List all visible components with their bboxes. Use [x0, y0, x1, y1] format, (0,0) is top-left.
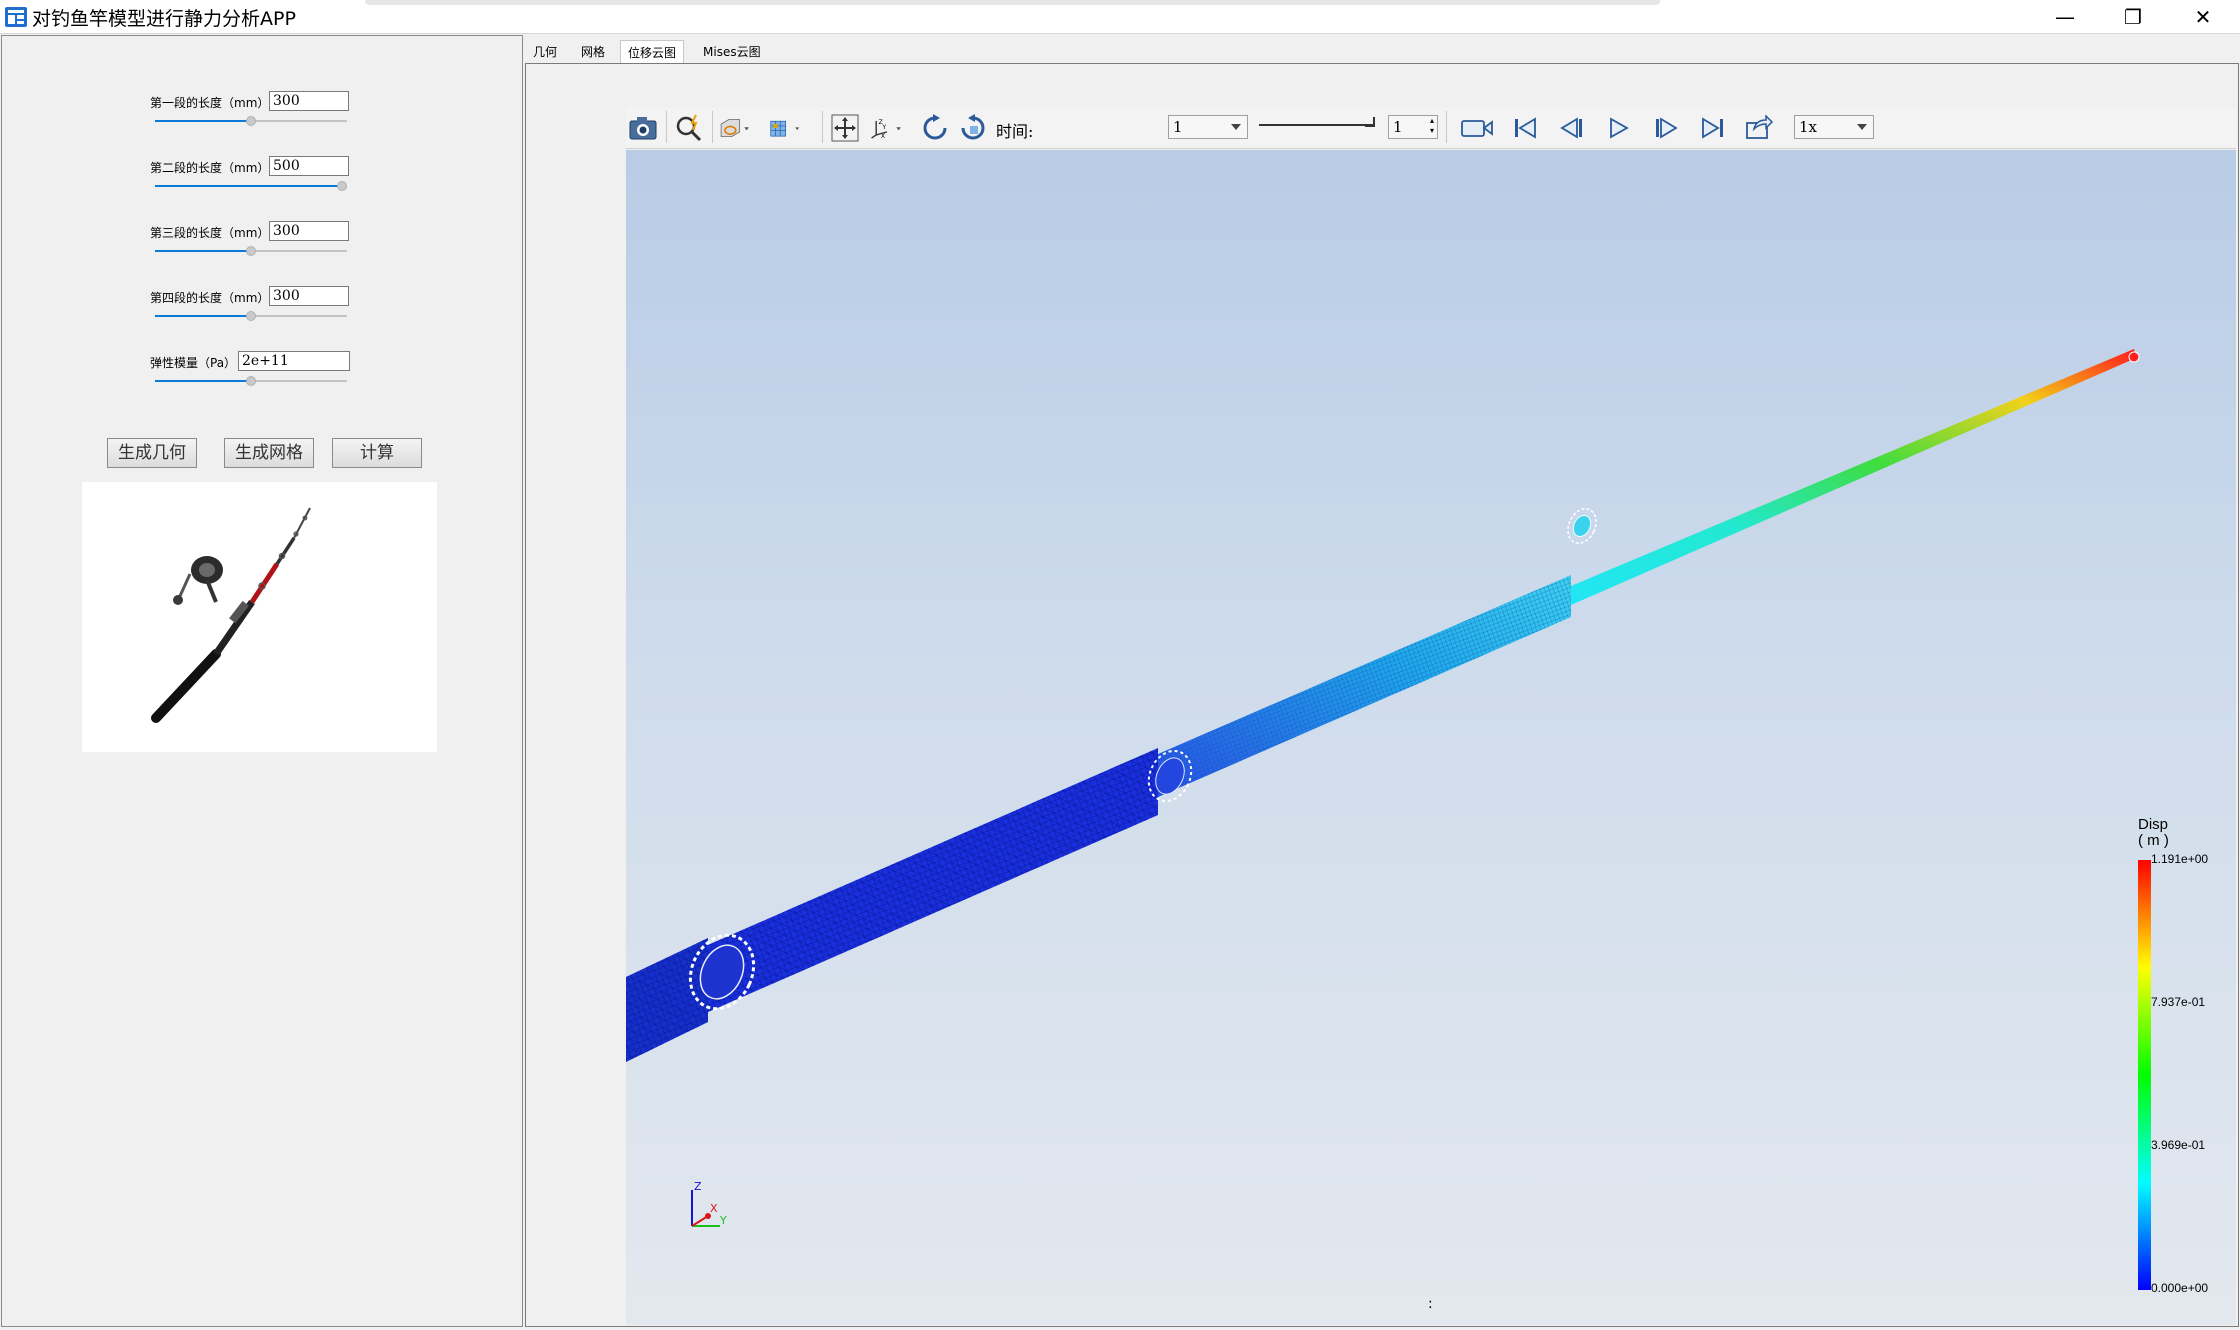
restore-button[interactable]: ❐ — [2098, 0, 2168, 34]
axes-icon[interactable]: ZYX — [870, 111, 904, 145]
toolbar-separator — [712, 111, 713, 143]
zoom-fit-icon[interactable] — [672, 111, 706, 145]
minimize-button[interactable]: — — [2030, 0, 2100, 34]
status-indicator: : — [1428, 1296, 1433, 1312]
viewer-toolbar: ZYX 时间: 1 1 ▴ ▾ 1x — [626, 107, 2236, 149]
time-label: 时间: — [996, 122, 1034, 141]
time-select[interactable]: 1 — [1168, 115, 1248, 139]
tab-displacement[interactable]: 位移云图 — [620, 40, 685, 64]
length-1-slider[interactable] — [155, 114, 347, 128]
legend-tick-max: 1.191e+00 — [2151, 852, 2209, 866]
axis-x-label: X — [710, 1202, 718, 1215]
3d-viewport[interactable]: Z X Y Disp ( m ) 1.191e+00 7.937e-01 3.9… — [626, 150, 2236, 1325]
length-1-input[interactable]: 300 — [269, 91, 349, 111]
display-mode-icon[interactable] — [768, 111, 802, 145]
clip-plane-icon[interactable] — [718, 111, 752, 145]
toolbar-separator — [666, 111, 667, 143]
prev-frame-icon[interactable] — [1554, 111, 1588, 145]
length-3-slider[interactable] — [155, 244, 347, 258]
camera-icon[interactable] — [626, 111, 660, 145]
svg-text:X: X — [881, 133, 886, 140]
length-2-slider[interactable] — [155, 179, 347, 193]
last-frame-icon[interactable] — [1696, 111, 1730, 145]
window-title: 对钓鱼竿模型进行静力分析APP — [32, 8, 296, 30]
rotate-cw-icon[interactable] — [918, 111, 952, 145]
slider-handle[interactable] — [246, 116, 256, 126]
next-frame-icon[interactable] — [1650, 111, 1684, 145]
legend-tick-min: 0.000e+00 — [2151, 1281, 2209, 1295]
title-drag-strip — [365, 0, 1660, 5]
pan-icon[interactable] — [828, 111, 862, 145]
speed-value: 1x — [1799, 118, 1818, 136]
slider-fill — [155, 120, 251, 122]
tab-mesh[interactable]: 网格 — [574, 40, 612, 64]
slider-fill — [155, 315, 251, 317]
youngs-modulus-slider[interactable] — [155, 374, 347, 388]
fishing-rod-image — [82, 482, 437, 752]
chevron-down-icon — [1857, 124, 1867, 130]
slider-handle[interactable] — [246, 376, 256, 386]
time-select-value: 1 — [1173, 118, 1183, 136]
slider-fill — [155, 250, 251, 252]
youngs-modulus-input[interactable]: 2e+11 — [238, 351, 350, 371]
toolbar-separator — [1446, 111, 1447, 143]
param-label: 第四段的长度（mm） — [150, 291, 270, 305]
slider-fill — [155, 185, 342, 187]
chevron-down-icon — [1231, 124, 1241, 130]
slider-fill — [155, 380, 251, 382]
generate-mesh-button[interactable]: 生成网格 — [224, 438, 314, 468]
param-label: 第二段的长度（mm） — [150, 161, 270, 175]
spin-arrows-icon[interactable]: ▴ ▾ — [1430, 116, 1434, 136]
legend-unit: ( m ) — [2138, 832, 2169, 849]
compute-button[interactable]: 计算 — [332, 438, 422, 468]
axis-z-label: Z — [694, 1180, 702, 1193]
export-icon[interactable] — [1742, 111, 1776, 145]
tab-mises[interactable]: Mises云图 — [696, 40, 768, 64]
svg-text:Y: Y — [881, 124, 886, 131]
slider-handle[interactable] — [246, 311, 256, 321]
fishing-rod-drawing — [151, 507, 311, 723]
app-icon — [5, 7, 27, 27]
axes-triad: Z X Y — [691, 1180, 727, 1227]
frame-spinbox[interactable]: 1 ▴ ▾ — [1388, 115, 1438, 139]
time-slider[interactable] — [1259, 124, 1374, 126]
length-4-slider[interactable] — [155, 309, 347, 323]
slider-handle[interactable] — [337, 181, 347, 191]
play-icon[interactable] — [1602, 111, 1636, 145]
slider-handle[interactable] — [246, 246, 256, 256]
tab-geometry[interactable]: 几何 — [526, 40, 564, 64]
legend-tick: 3.969e-01 — [2151, 1138, 2206, 1152]
axis-y-label: Y — [719, 1214, 727, 1227]
legend-tick: 7.937e-01 — [2151, 995, 2206, 1009]
close-button[interactable]: ✕ — [2168, 0, 2238, 34]
rod-model-render — [626, 349, 2140, 1062]
frame-value: 1 — [1393, 118, 1403, 136]
title-bar: 对钓鱼竿模型进行静力分析APP — ❐ ✕ — [0, 0, 2240, 34]
length-2-input[interactable]: 500 — [269, 156, 349, 176]
generate-geometry-button[interactable]: 生成几何 — [107, 438, 197, 468]
param-label: 弹性模量（Pa） — [150, 356, 237, 370]
legend-title: Disp — [2138, 816, 2169, 833]
param-label: 第三段的长度（mm） — [150, 226, 270, 240]
time-slider-handle[interactable] — [1365, 117, 1375, 127]
record-icon[interactable] — [1460, 111, 1494, 145]
rotate-ccw-icon[interactable] — [956, 111, 990, 145]
length-4-input[interactable]: 300 — [269, 286, 349, 306]
first-frame-icon[interactable] — [1508, 111, 1542, 145]
speed-select[interactable]: 1x — [1794, 115, 1874, 139]
param-label: 第一段的长度（mm） — [150, 96, 270, 110]
toolbar-separator — [822, 111, 823, 143]
length-3-input[interactable]: 300 — [269, 221, 349, 241]
legend-color-bar — [2138, 860, 2151, 1290]
